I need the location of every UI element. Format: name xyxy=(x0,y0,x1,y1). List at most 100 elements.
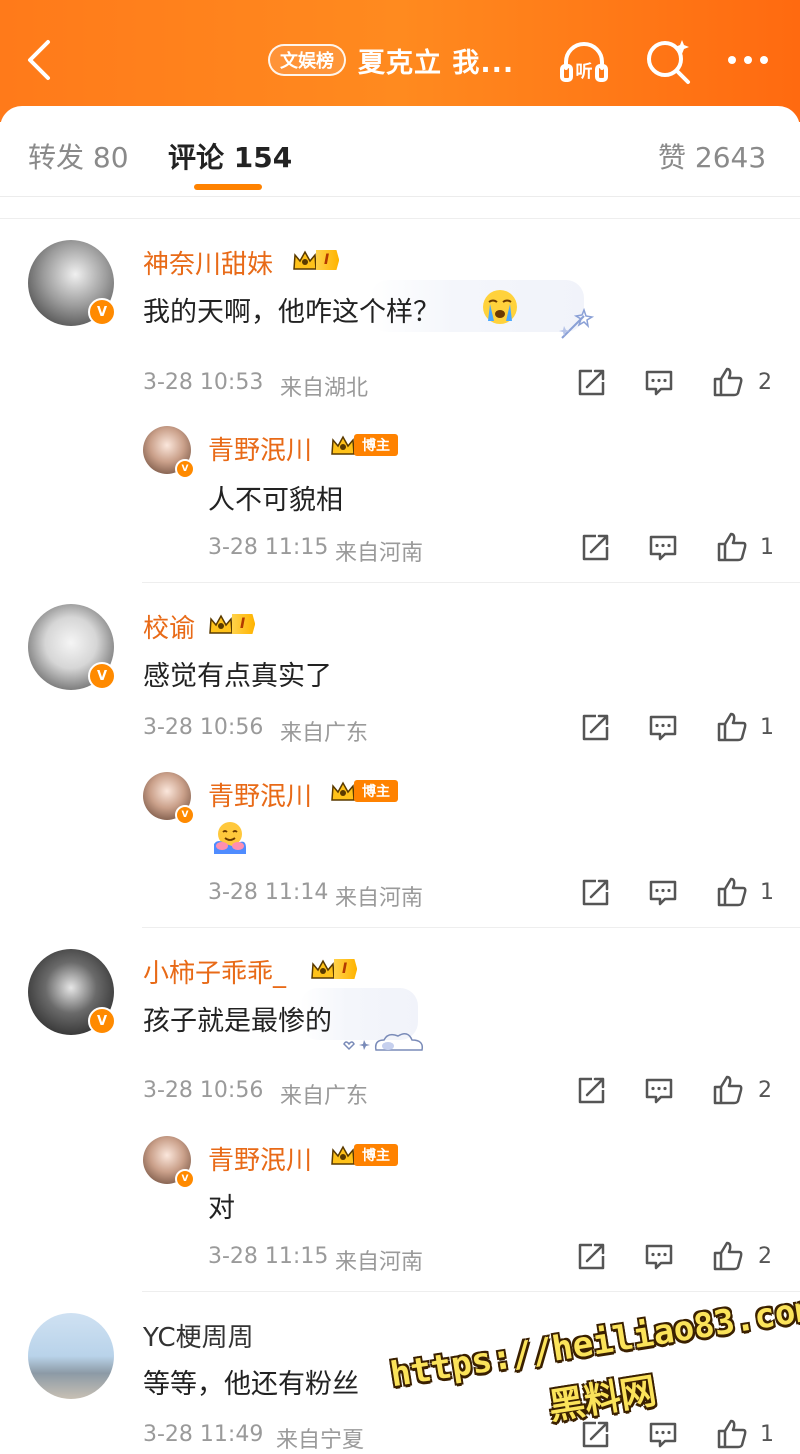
blogger-badge: 博主 xyxy=(330,778,398,804)
like-count: 2 xyxy=(758,370,772,395)
comment-time: 3-28 10:56 xyxy=(143,1078,264,1103)
member-level-badge: I xyxy=(208,611,256,637)
crown-icon xyxy=(331,435,355,455)
like-icon[interactable] xyxy=(712,366,744,398)
avatar[interactable] xyxy=(28,1313,114,1399)
like-icon[interactable] xyxy=(716,531,748,563)
comment-icon[interactable] xyxy=(648,533,678,563)
reply-location: 来自河南 xyxy=(335,541,424,566)
comment-username[interactable]: 神奈川甜妹 xyxy=(143,244,273,281)
verified-icon: V xyxy=(175,459,195,479)
crown-icon xyxy=(331,781,355,801)
like-count: 1 xyxy=(760,1422,774,1447)
member-level-badge: I xyxy=(292,247,340,273)
headphones-listen-icon[interactable]: 听 xyxy=(558,36,610,88)
divider xyxy=(142,1291,800,1292)
comment-time: 3-28 10:56 xyxy=(143,715,264,740)
reply-username[interactable]: 青野泯川 xyxy=(208,1140,312,1177)
header-title-group[interactable]: 文娱榜 夏克立 我... xyxy=(268,40,514,80)
blogger-badge: 博主 xyxy=(330,1142,398,1168)
member-level-badge: I xyxy=(310,956,358,982)
like-count: 2 xyxy=(758,1078,772,1103)
comment-icon[interactable] xyxy=(648,713,678,743)
header-title: 夏克立 我... xyxy=(358,47,515,79)
share-icon[interactable] xyxy=(576,1242,606,1272)
reply-time: 3-28 11:14 xyxy=(208,880,329,905)
search-icon[interactable] xyxy=(642,36,694,88)
watermark-site-name: 黑料网 xyxy=(546,1370,660,1429)
level-label: I xyxy=(334,959,358,979)
blogger-label: 博主 xyxy=(354,780,398,802)
comment-text: 我的天啊，他咋这个样？ xyxy=(143,297,440,328)
like-count: 1 xyxy=(760,715,774,740)
reply-text: 人不可貌相 xyxy=(208,485,343,516)
comment-username[interactable]: YC梗周周 xyxy=(143,1317,254,1354)
reply-location: 来自河南 xyxy=(335,1250,424,1275)
blogger-badge: 博主 xyxy=(330,432,398,458)
like-count: 1 xyxy=(760,880,774,905)
comment-icon[interactable] xyxy=(648,878,678,908)
crown-icon xyxy=(311,959,335,979)
reply-username[interactable]: 青野泯川 xyxy=(208,430,312,467)
reply-time: 3-28 11:15 xyxy=(208,1244,329,1269)
tab-comments[interactable]: 评论 154 xyxy=(168,136,292,176)
comment-text: 感觉有点真实了 xyxy=(143,661,332,692)
decoration-sparkle-icon xyxy=(559,308,595,339)
reply-location: 来自河南 xyxy=(335,886,424,911)
decoration-cloud-icon xyxy=(343,1033,424,1051)
tab-likes[interactable]: 赞 2643 xyxy=(658,136,766,176)
comment-location: 来自广东 xyxy=(280,1084,369,1109)
verified-icon: V xyxy=(175,805,195,825)
tabs-bar: 转发 80 评论 154 赞 2643 xyxy=(0,106,800,197)
blogger-label: 博主 xyxy=(354,1144,398,1166)
crown-icon xyxy=(209,614,233,634)
reply-text: 对 xyxy=(208,1193,235,1224)
divider xyxy=(142,927,800,928)
top-header: 文娱榜 夏克立 我... 听 xyxy=(0,0,800,122)
verified-icon: V xyxy=(88,662,116,690)
like-count: 1 xyxy=(760,535,774,560)
comment-text: 孩子就是最惨的 xyxy=(143,1006,332,1037)
like-icon[interactable] xyxy=(716,1418,748,1450)
like-count: 2 xyxy=(758,1244,772,1269)
comment-icon[interactable] xyxy=(644,1076,674,1106)
verified-icon: V xyxy=(88,298,116,326)
crown-icon xyxy=(331,1145,355,1165)
share-icon[interactable] xyxy=(576,1076,606,1106)
like-icon[interactable] xyxy=(712,1074,744,1106)
comment-location: 来自湖北 xyxy=(280,376,369,401)
share-icon[interactable] xyxy=(580,713,610,743)
blogger-label: 博主 xyxy=(354,434,398,456)
verified-icon: V xyxy=(88,1007,116,1035)
comment-text: 等等，他还有粉丝 xyxy=(143,1369,359,1400)
share-icon[interactable] xyxy=(580,533,610,563)
divider xyxy=(0,218,800,219)
crown-icon xyxy=(293,250,317,270)
hug-emoji-icon xyxy=(214,822,246,854)
share-icon[interactable] xyxy=(580,878,610,908)
svg-text:听: 听 xyxy=(576,61,593,82)
divider xyxy=(142,582,800,583)
tab-repost[interactable]: 转发 80 xyxy=(28,136,129,176)
comment-time: 3-28 11:49 xyxy=(143,1422,264,1447)
like-icon[interactable] xyxy=(716,711,748,743)
comment-icon[interactable] xyxy=(644,1242,674,1272)
comment-time: 3-28 10:53 xyxy=(143,370,264,395)
share-icon[interactable] xyxy=(576,368,606,398)
comment-username[interactable]: 小柿子乖乖_ xyxy=(143,953,286,990)
like-icon[interactable] xyxy=(712,1240,744,1272)
reply-time: 3-28 11:15 xyxy=(208,535,329,560)
reply-username[interactable]: 青野泯川 xyxy=(208,776,312,813)
entertainment-board-badge[interactable]: 文娱榜 xyxy=(268,44,346,76)
comment-location: 来自广东 xyxy=(280,721,369,746)
crying-emoji-icon xyxy=(483,290,517,324)
back-arrow-icon[interactable] xyxy=(20,36,60,84)
active-tab-indicator xyxy=(194,184,262,190)
verified-icon: V xyxy=(175,1169,195,1189)
level-label: I xyxy=(316,250,340,270)
comment-icon[interactable] xyxy=(644,368,674,398)
comment-username[interactable]: 校谕 xyxy=(143,608,195,645)
like-icon[interactable] xyxy=(716,876,748,908)
more-icon[interactable] xyxy=(722,36,774,88)
comment-location: 来自宁夏 xyxy=(276,1428,365,1453)
